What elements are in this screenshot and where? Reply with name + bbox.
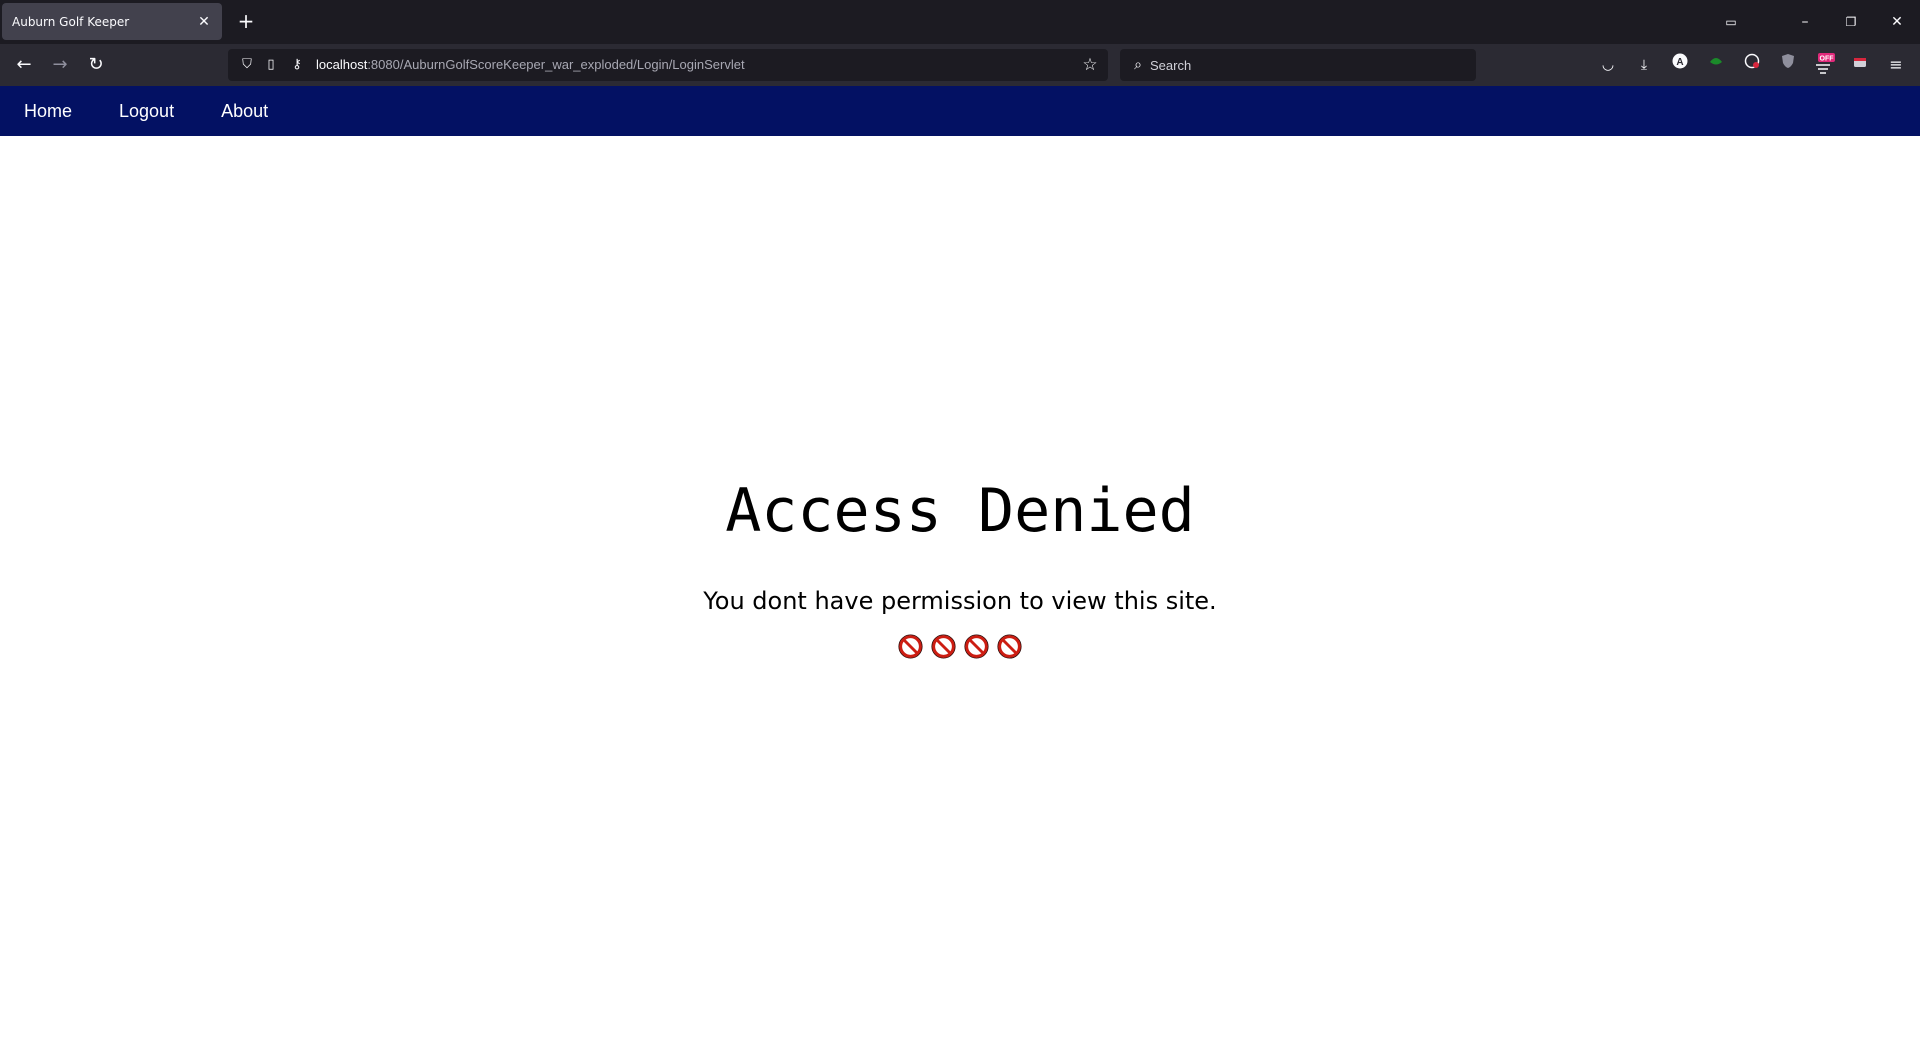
nav-link-logout[interactable]: Logout xyxy=(103,86,190,136)
svg-text:OFF: OFF xyxy=(1820,56,1835,63)
key-icon[interactable]: ⚷ xyxy=(286,53,308,77)
prohibited-icon xyxy=(997,634,1022,659)
bookmark-star-icon[interactable]: ☆ xyxy=(1078,53,1102,77)
extension-off-glyph: OFF xyxy=(1816,53,1835,74)
prohibited-icon xyxy=(964,634,989,659)
shield-icon[interactable]: ⛉ xyxy=(236,53,258,77)
prohibited-icon xyxy=(898,634,923,659)
page-icon[interactable]: ▯ xyxy=(260,53,282,77)
browser-toolbar: ← → ↻ ⛉ ▯ ⚷ localhost:8080/AuburnGolfSco… xyxy=(0,44,1920,86)
search-bar[interactable]: ⌕ xyxy=(1120,49,1476,81)
account-avatar-icon: A xyxy=(1672,53,1688,69)
hamburger-menu-icon[interactable]: ≡ xyxy=(1884,53,1908,77)
main-content: Access Denied You dont have permission t… xyxy=(0,136,1920,1040)
svg-text:A: A xyxy=(1676,57,1683,68)
browser-tab[interactable]: Auburn Golf Keeper ✕ xyxy=(2,3,222,40)
reload-icon[interactable]: ↻ xyxy=(82,51,110,79)
extension-gift-icon[interactable] xyxy=(1848,53,1872,77)
extension-green-glyph xyxy=(1710,58,1722,65)
forward-icon[interactable]: → xyxy=(46,51,74,79)
extension-shield-icon[interactable] xyxy=(1776,53,1800,77)
url-host: localhost xyxy=(316,57,368,72)
url-path: :8080/AuburnGolfScoreKeeper_war_exploded… xyxy=(367,57,745,72)
new-tab-icon[interactable]: + xyxy=(234,10,258,34)
extension-globe-icon[interactable] xyxy=(1740,53,1764,77)
page-title: Access Denied xyxy=(725,476,1195,546)
prohibited-icons-row xyxy=(0,633,1920,660)
extension-gift-glyph xyxy=(1854,58,1866,67)
restore-icon[interactable]: ❐ xyxy=(1836,8,1866,36)
tab-title: Auburn Golf Keeper xyxy=(12,14,130,29)
prohibited-icon xyxy=(931,634,956,659)
browser-tab-bar: Auburn Golf Keeper ✕ + ▭ – ❐ ✕ xyxy=(0,0,1920,44)
minimize-icon[interactable]: – xyxy=(1790,8,1820,36)
extension-off-icon[interactable]: OFF xyxy=(1812,53,1836,77)
url-bar[interactable]: ⛉ ▯ ⚷ localhost:8080/AuburnGolfScoreKeep… xyxy=(228,49,1108,81)
picture-in-picture-icon[interactable]: ▭ xyxy=(1716,8,1746,36)
search-icon: ⌕ xyxy=(1134,57,1142,73)
close-tab-icon[interactable]: ✕ xyxy=(196,14,212,30)
extension-shield-glyph xyxy=(1782,54,1794,68)
site-navbar: Home Logout About xyxy=(0,86,1920,136)
permission-message: You dont have permission to view this si… xyxy=(703,587,1217,615)
search-input[interactable] xyxy=(1150,49,1460,81)
url-text[interactable]: localhost:8080/AuburnGolfScoreKeeper_war… xyxy=(316,49,745,81)
extension-green-icon[interactable] xyxy=(1704,53,1728,77)
extension-globe-glyph xyxy=(1744,53,1760,69)
download-icon[interactable]: ⤓ xyxy=(1632,53,1656,77)
close-window-icon[interactable]: ✕ xyxy=(1882,8,1912,36)
back-icon[interactable]: ← xyxy=(10,51,38,79)
account-icon[interactable]: A xyxy=(1668,53,1692,77)
nav-link-about[interactable]: About xyxy=(205,86,284,136)
nav-link-home[interactable]: Home xyxy=(8,86,88,136)
pocket-icon[interactable]: ◡ xyxy=(1596,53,1620,77)
